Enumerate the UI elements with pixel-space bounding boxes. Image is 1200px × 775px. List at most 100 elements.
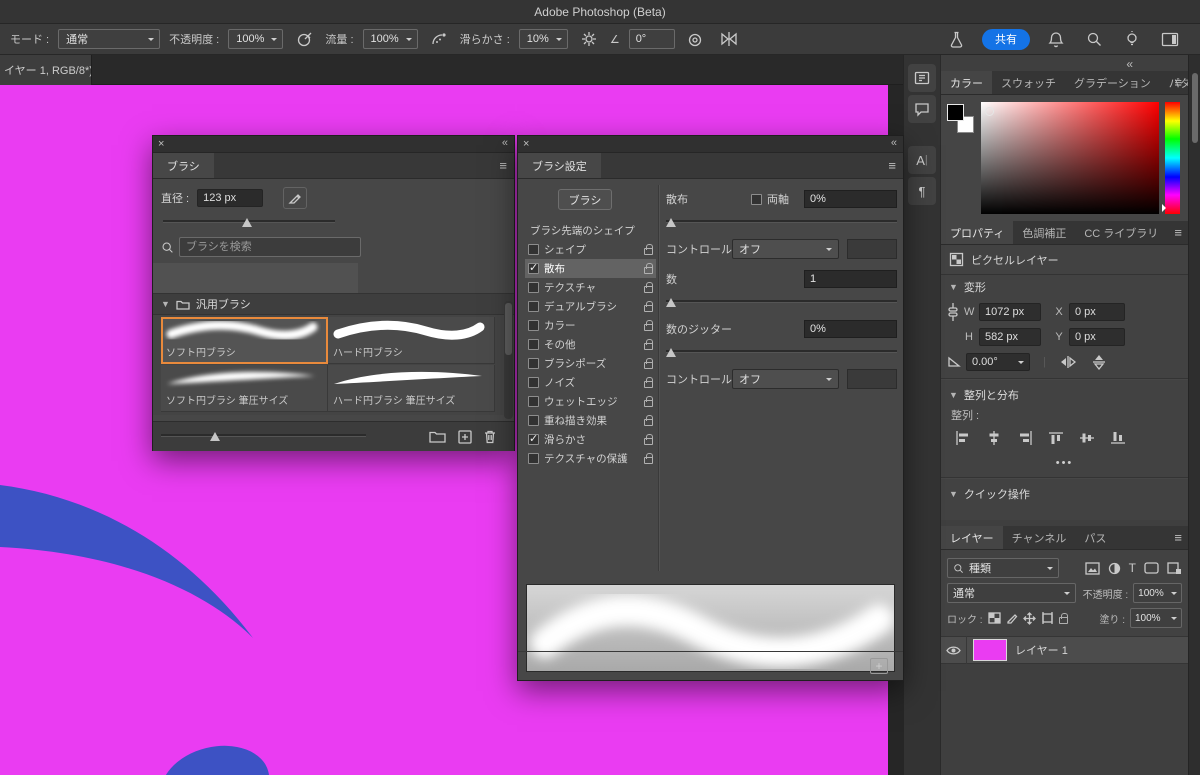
brush-settings-header[interactable]: × «	[518, 136, 903, 153]
mode-select[interactable]: 通常	[58, 29, 160, 49]
discover-lamp-icon[interactable]	[1120, 28, 1144, 50]
lock-position-icon[interactable]	[1023, 612, 1036, 625]
option-noise[interactable]: ノイズ	[525, 373, 656, 392]
scrollbar-thumb[interactable]	[1192, 73, 1198, 143]
airbrush-icon[interactable]	[427, 28, 451, 50]
checkbox[interactable]	[528, 358, 539, 369]
color-field-cursor[interactable]	[985, 107, 994, 116]
panel-menu-icon[interactable]: ≡	[1174, 225, 1182, 240]
slider-handle[interactable]	[666, 218, 676, 227]
diameter-field[interactable]: 123 px	[197, 189, 263, 207]
paragraph-panel-icon[interactable]: ¶	[908, 177, 936, 205]
pressure-opacity-icon[interactable]	[292, 28, 316, 50]
trash-icon[interactable]	[484, 430, 496, 444]
lock-icon[interactable]	[644, 438, 653, 445]
tab-swatches[interactable]: スウォッチ	[992, 71, 1065, 94]
hue-slider[interactable]	[1165, 102, 1180, 214]
align-right-icon[interactable]	[1017, 431, 1033, 445]
tab-layers[interactable]: レイヤー	[941, 526, 1003, 549]
link-dimensions-icon[interactable]	[947, 301, 959, 323]
beta-flask-icon[interactable]	[944, 28, 968, 50]
align-left-icon[interactable]	[955, 431, 971, 445]
close-icon[interactable]: ×	[158, 137, 164, 152]
option-brush-pose[interactable]: ブラシポーズ	[525, 354, 656, 373]
layer-thumbnail[interactable]	[973, 639, 1007, 661]
create-new-brush-icon[interactable]: +	[870, 658, 888, 674]
option-scattering[interactable]: 散布	[525, 259, 656, 278]
rotation-angle-select[interactable]: 0.00°	[966, 353, 1030, 371]
panel-menu-icon[interactable]: ≡	[499, 158, 507, 173]
symmetry-icon[interactable]	[717, 28, 741, 50]
width-field[interactable]: 1072 px	[979, 303, 1041, 321]
brush-tile-hard-pressure[interactable]: ハード円ブラシ 筆圧サイズ	[328, 365, 495, 412]
pressure-size-icon[interactable]	[684, 28, 708, 50]
checkbox[interactable]	[528, 282, 539, 293]
align-center-vertical-icon[interactable]	[1079, 431, 1095, 445]
lock-icon[interactable]	[644, 419, 653, 426]
tab-channels[interactable]: チャンネル	[1003, 526, 1076, 549]
layer-row-selected[interactable]: レイヤー 1	[941, 636, 1188, 664]
lock-icon[interactable]	[644, 248, 653, 255]
tab-properties[interactable]: プロパティ	[941, 221, 1013, 244]
scatter-slider[interactable]	[666, 217, 897, 229]
comments-panel-icon[interactable]	[908, 95, 936, 123]
layer-visibility-toggle[interactable]	[941, 636, 967, 664]
option-wet-edges[interactable]: ウェットエッジ	[525, 392, 656, 411]
brush-list-scrollbar[interactable]	[504, 301, 513, 419]
lock-transparency-icon[interactable]	[988, 612, 1001, 624]
brushes-button[interactable]: ブラシ	[558, 189, 612, 210]
more-options-button[interactable]: •••	[941, 451, 1188, 473]
checkbox[interactable]	[528, 415, 539, 426]
checkbox[interactable]	[528, 301, 539, 312]
foreground-background-swatches[interactable]	[946, 103, 978, 145]
slider-handle[interactable]	[210, 432, 220, 441]
count-slider[interactable]	[666, 297, 897, 309]
layers-opacity-select[interactable]: 100%	[1133, 583, 1182, 603]
align-section-header[interactable]: ▼ 整列と分布	[941, 383, 1188, 407]
option-shape-dynamics[interactable]: シェイプ	[525, 240, 656, 259]
lock-artboard-icon[interactable]	[1041, 612, 1054, 624]
lock-icon[interactable]	[644, 286, 653, 293]
slider-handle[interactable]	[666, 348, 676, 357]
checkbox[interactable]	[528, 453, 539, 464]
count-value-field[interactable]: 1	[804, 270, 897, 288]
diameter-slider[interactable]	[163, 217, 335, 229]
collapse-panels-icon[interactable]: «	[1126, 57, 1132, 71]
document-tab[interactable]: イヤー 1, RGB/8*)	[0, 55, 92, 85]
checkbox[interactable]	[528, 396, 539, 407]
scrollbar-thumb[interactable]	[505, 303, 512, 355]
close-icon[interactable]: ×	[523, 137, 529, 152]
align-center-horizontal-icon[interactable]	[986, 431, 1002, 445]
count-jitter-value-field[interactable]: 0%	[804, 320, 897, 338]
filter-pixel-layers-icon[interactable]	[1085, 562, 1100, 575]
tab-cc-libraries[interactable]: CC ライブラリ	[1075, 221, 1167, 244]
option-color-dynamics[interactable]: カラー	[525, 316, 656, 335]
lock-icon[interactable]	[644, 305, 653, 312]
lock-pixels-icon[interactable]	[1006, 612, 1018, 624]
brushes-panel-header[interactable]: × «	[153, 136, 514, 153]
option-texture[interactable]: テクスチャ	[525, 278, 656, 297]
blend-mode-select[interactable]: 通常	[947, 583, 1076, 603]
flip-horizontal-icon[interactable]	[1059, 355, 1077, 369]
character-panel-icon[interactable]: A|	[908, 146, 936, 174]
tab-paths[interactable]: パス	[1075, 526, 1115, 549]
history-panel-icon[interactable]	[908, 64, 936, 92]
brush-group-header[interactable]: ▼ 汎用ブラシ	[153, 293, 514, 315]
filter-type-layers-icon[interactable]: T	[1129, 561, 1136, 575]
brush-tile-soft-pressure[interactable]: ソフト円ブラシ 筆圧サイズ	[161, 365, 328, 412]
lock-icon[interactable]	[644, 324, 653, 331]
bell-icon[interactable]	[1044, 28, 1068, 50]
lock-icon[interactable]	[644, 267, 653, 274]
height-field[interactable]: 582 px	[979, 328, 1041, 346]
checkbox[interactable]	[528, 263, 539, 274]
foreground-color-swatch[interactable]	[947, 104, 964, 121]
checkbox[interactable]	[528, 377, 539, 388]
option-tip-shape[interactable]: ブラシ先端のシェイプ	[525, 221, 656, 240]
workspace-switcher-icon[interactable]	[1158, 28, 1182, 50]
option-smoothing[interactable]: 滑らかさ	[525, 430, 656, 449]
quick-actions-header[interactable]: ▼ クイック操作	[941, 482, 1188, 506]
option-transfer[interactable]: その他	[525, 335, 656, 354]
flow-select[interactable]: 100%	[363, 29, 418, 49]
tab-brush-settings[interactable]: ブラシ設定	[518, 153, 601, 178]
lock-icon[interactable]	[644, 400, 653, 407]
